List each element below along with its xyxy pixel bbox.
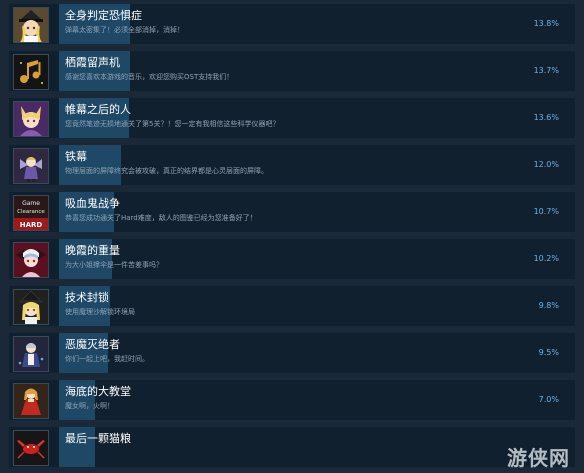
unlock-percentage: 10.7%: [533, 207, 559, 216]
achievement-row[interactable]: 晚霞的重量 为大小姐撑伞是一件苦差事吗？ 10.2%: [8, 238, 576, 280]
maid-sprite-icon: [13, 336, 49, 372]
achievement-title: 最后一颗猫粮: [65, 432, 131, 445]
achievement-description: 物理层面的屏障终究会被攻破，真正的结界都是心灵层面的屏障。: [65, 167, 268, 175]
icon-text-clearance: Clearance: [17, 209, 45, 215]
unlock-percentage: 13.6%: [533, 113, 559, 122]
achievement-title: 吸血鬼战争: [65, 197, 120, 210]
achievement-description: 弹幕太密集了！必须全部消掉，消掉！: [65, 26, 184, 34]
achievement-row[interactable]: 帷幕之后的人 您竟然笔迹无损地通关了第5关？！您一定有我相信这些科学仪器吧？ 1…: [8, 97, 576, 139]
achievement-row[interactable]: 恶魔灭绝者 你们一起上吧，我赶时间。 9.5%: [8, 332, 576, 374]
achievement-row[interactable]: 全身判定恐惧症 弹幕太密集了！必须全部消掉，消掉！ 13.8%: [8, 3, 576, 45]
music-note-icon: [13, 54, 49, 90]
achievement-row[interactable]: 最后一颗猫粮: [8, 426, 576, 468]
unlock-percentage: 9.5%: [538, 348, 559, 357]
achievement-row[interactable]: 技术封锁 使用魔理沙解锁环境局 9.8%: [8, 285, 576, 327]
marisa-portrait-icon: [13, 7, 49, 43]
achievement-description: 使用魔理沙解锁环境局: [65, 308, 135, 316]
achievement-description: 感谢您喜欢本游戏的音乐，欢迎您购买OST支持我们！: [65, 73, 234, 81]
unlock-percentage: 7.0%: [538, 395, 559, 404]
witch-girl-portrait-icon: [13, 289, 49, 325]
icon-text-game: Game: [22, 200, 40, 207]
achievement-title: 技术封锁: [65, 291, 109, 304]
unlock-percentage: 13.7%: [533, 66, 559, 75]
achievement-list: 全身判定恐惧症 弹幕太密集了！必须全部消掉，消掉！ 13.8% 栖霞留声机 感谢…: [0, 0, 584, 473]
achievement-title: 帷幕之后的人: [65, 103, 131, 116]
fairy-sprite-icon: [13, 148, 49, 184]
achievement-title: 铁幕: [65, 150, 87, 163]
game-clearance-hard-icon: Game Clearance HARD: [13, 195, 49, 231]
achievement-row[interactable]: 栖霞留声机 感谢您喜欢本游戏的音乐，欢迎您购买OST支持我们！ 13.7%: [8, 50, 576, 92]
achievement-description: 魔女啊，火啊！: [65, 402, 114, 410]
icon-text-hard: HARD: [20, 221, 43, 229]
achievement-title: 恶魔灭绝者: [65, 338, 120, 351]
achievement-description: 恭喜您成功通关了Hard难度，敌人的图鉴已经为您准备好了！: [65, 214, 257, 222]
achievement-title: 全身判定恐惧症: [65, 9, 142, 22]
achievement-title: 栖霞留声机: [65, 56, 120, 69]
red-crab-sprite-icon: [13, 430, 49, 466]
achievement-title: 海底的大教堂: [65, 385, 131, 398]
unlock-percentage: 10.2%: [533, 254, 559, 263]
achievement-description: 您竟然笔迹无损地通关了第5关？！您一定有我相信这些科学仪器吧？: [65, 120, 280, 128]
achievement-description: 你们一起上吧，我赶时间。: [65, 355, 149, 363]
site-watermark: 游侠网: [507, 446, 570, 470]
unlock-percentage: 9.8%: [538, 301, 559, 310]
achievement-row[interactable]: 铁幕 物理层面的屏障终究会被攻破，真正的结界都是心灵层面的屏障。 12.0%: [8, 144, 576, 186]
achievement-row[interactable]: Game Clearance HARD 吸血鬼战争 恭喜您成功通关了Hard难度…: [8, 191, 576, 233]
unlock-percentage: 13.8%: [533, 19, 559, 28]
remilia-portrait-icon: [13, 242, 49, 278]
achievement-title: 晚霞的重量: [65, 244, 120, 257]
unlock-percentage: 12.0%: [533, 160, 559, 169]
achievement-description: 为大小姐撑伞是一件苦差事吗？: [65, 261, 163, 269]
achievement-row[interactable]: 海底的大教堂 魔女啊，火啊！ 7.0%: [8, 379, 576, 421]
red-dress-sprite-icon: [13, 383, 49, 419]
fox-girl-portrait-icon: [13, 101, 49, 137]
